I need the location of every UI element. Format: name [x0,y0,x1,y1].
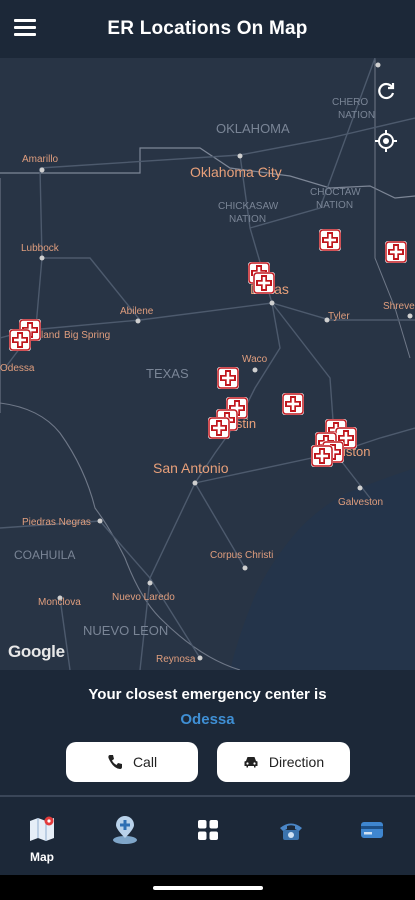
nav-label-map: Map [30,850,54,864]
label-nuevo-leon: NUEVO LEON [83,623,168,638]
er-markers[interactable] [8,228,408,468]
my-location-icon[interactable] [371,126,401,156]
label-tyler: Tyler [328,311,350,322]
app-header: ER Locations On Map [0,0,415,58]
closest-center-city[interactable]: Odessa [0,711,415,728]
system-navigation-bar [0,875,415,900]
label-oklahoma: OKLAHOMA [216,121,290,136]
google-attribution: Google [8,642,65,661]
bottom-navigation: Map [0,797,415,875]
label-big-spring: Big Spring [64,330,110,341]
map-canvas: OKLAHOMA Oklahoma City CHERO NATION CHIC… [0,58,415,670]
refresh-icon[interactable] [371,76,401,106]
nav-item-hospital-location[interactable] [95,815,155,850]
call-button-label: Call [132,754,158,770]
label-waco: Waco [242,354,268,365]
label-nuevo-laredo: Nuevo Laredo [112,592,175,603]
label-reynosa: Reynosa [156,654,196,665]
label-monclova: Monclova [38,597,81,608]
er-cross-marker-icon[interactable] [384,240,408,264]
nav-item-map[interactable]: Map [12,815,72,864]
er-cross-marker-icon[interactable] [310,444,334,468]
nav-item-telephone[interactable] [261,815,321,850]
label-cherokee-1: CHERO [332,97,368,108]
hospital-location-icon [113,816,137,844]
car-icon [244,757,258,768]
label-galveston: Galveston [338,497,383,508]
label-midland: land [41,330,60,341]
label-shreveport: Shreve [383,301,415,312]
label-oklahoma-city: Oklahoma City [190,164,282,180]
home-indicator[interactable] [153,886,263,890]
label-piedras-negras: Piedras Negras [22,517,91,528]
page-title: ER Locations On Map [107,18,308,39]
nav-item-card[interactable] [342,815,402,850]
label-choctaw-1: CHOCTAW [310,187,361,198]
closest-center-panel: Your closest emergency center is Odessa … [0,670,415,795]
label-texas: TEXAS [146,366,189,381]
label-odessa: Odessa [0,363,35,374]
phone-icon [108,755,122,769]
label-cherokee-2: NATION [338,110,375,121]
er-cross-marker-icon[interactable] [252,271,276,295]
er-cross-marker-icon[interactable] [318,228,342,252]
er-cross-marker-icon[interactable] [216,366,240,390]
grid-icon [198,820,218,840]
label-chickasaw-1: CHICKASAW [218,201,279,212]
label-coahuila: COAHUILA [14,548,75,562]
direction-button[interactable]: Direction [217,742,350,782]
label-amarillo: Amarillo [22,154,59,165]
label-chickasaw-2: NATION [229,214,266,225]
call-button[interactable]: Call [66,742,198,782]
label-corpus-christi: Corpus Christi [210,550,273,561]
map-icon [30,816,54,841]
nav-item-grid[interactable] [178,815,238,850]
label-san-antonio: San Antonio [153,460,229,476]
er-cross-marker-icon[interactable] [8,328,32,352]
map-view[interactable]: OKLAHOMA Oklahoma City CHERO NATION CHIC… [0,58,415,670]
er-cross-marker-icon[interactable] [207,416,231,440]
label-choctaw-2: NATION [316,200,353,211]
er-cross-marker-icon[interactable] [281,392,305,416]
card-icon [361,822,383,838]
label-lubbock: Lubbock [21,243,60,254]
closest-center-text: Your closest emergency center is [88,686,327,703]
direction-button-label: Direction [268,754,325,770]
label-abilene: Abilene [120,306,154,317]
telephone-icon [280,823,302,840]
hamburger-menu-icon[interactable] [14,19,36,37]
